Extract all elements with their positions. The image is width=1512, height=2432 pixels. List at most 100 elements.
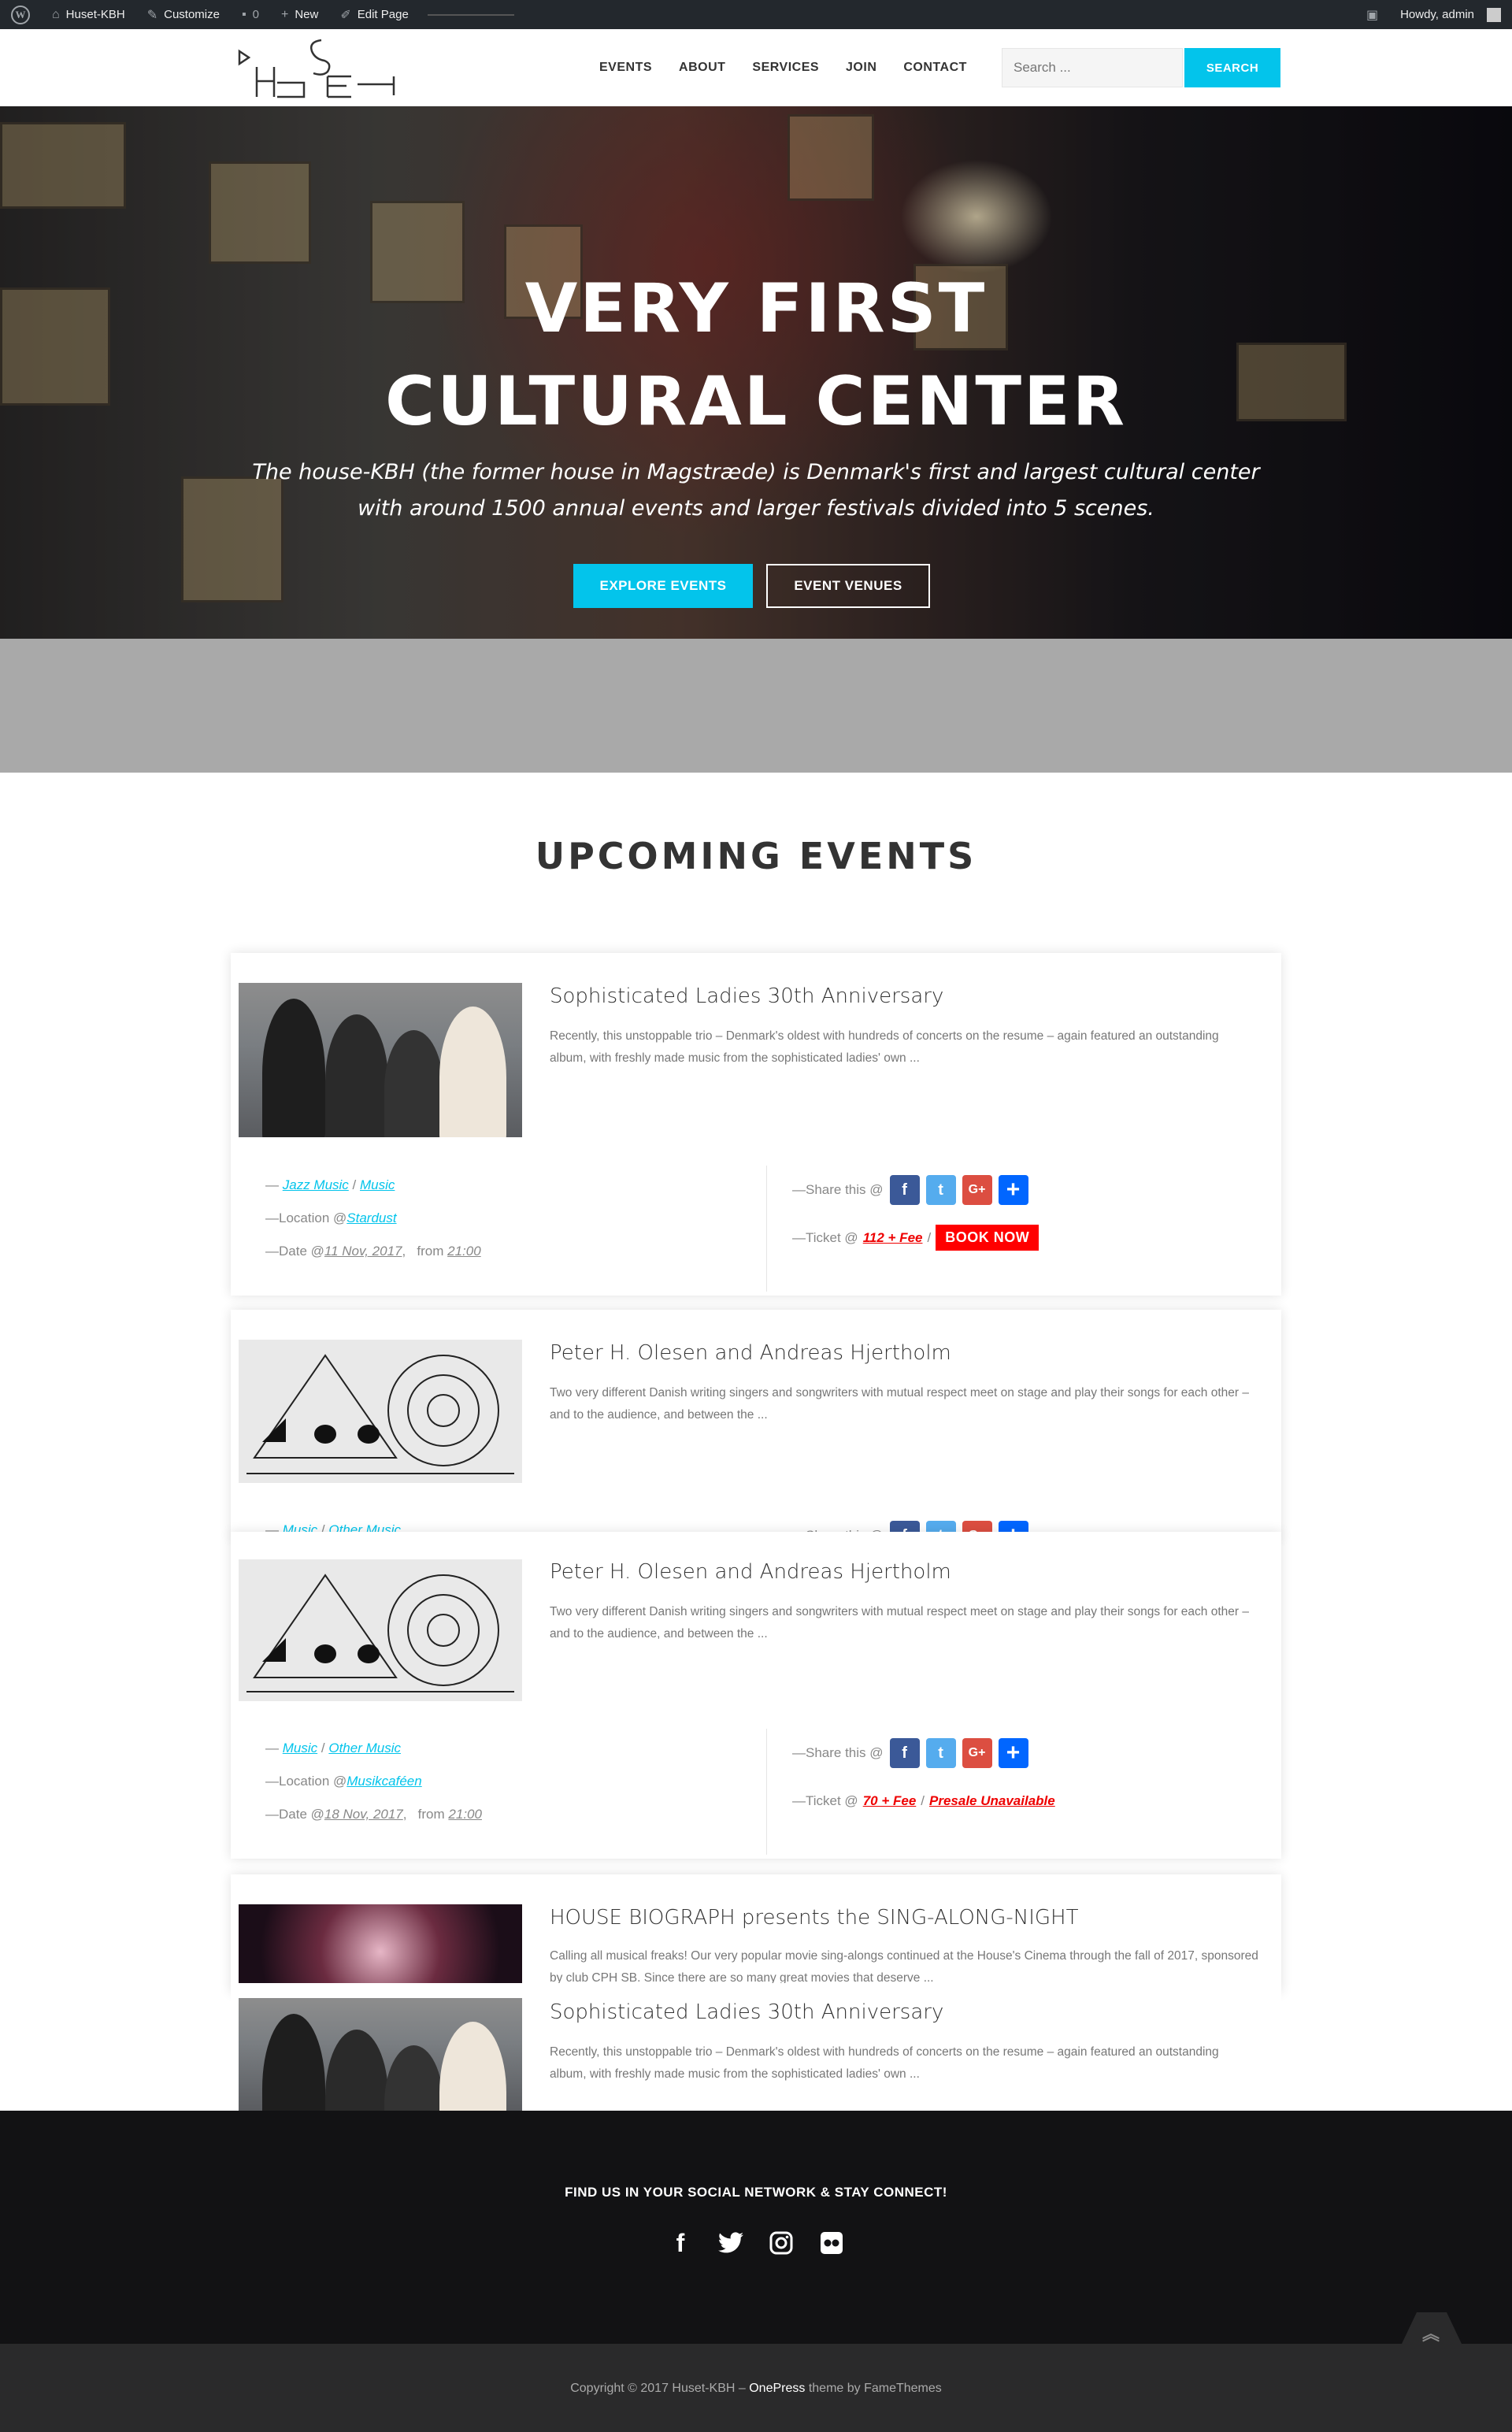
plus-icon: +: [280, 7, 289, 21]
share-plus-icon[interactable]: +: [998, 1175, 1028, 1205]
search-input[interactable]: [1002, 48, 1183, 87]
photo-figure: [384, 1030, 443, 1137]
event-title[interactable]: Sophisticated Ladies 30th Anniversary: [550, 984, 943, 1008]
nav-contact[interactable]: CONTACT: [890, 61, 980, 75]
dash-label: —: [265, 1741, 279, 1755]
site-name: Huset-KBH: [65, 8, 125, 21]
share-row: —Share this @ f t G+ +: [792, 1175, 1028, 1205]
event-title[interactable]: Peter H. Olesen and Andreas Hjertholm: [550, 1560, 951, 1584]
explore-events-button[interactable]: EXPLORE EVENTS: [573, 564, 753, 608]
adminbar-divider: [427, 13, 514, 16]
new-content-link[interactable]: + New: [270, 0, 329, 29]
event-venues-button[interactable]: EVENT VENUES: [766, 564, 930, 608]
nav-about[interactable]: ABOUT: [665, 61, 739, 75]
event-title[interactable]: Sophisticated Ladies 30th Anniversary: [550, 2000, 943, 2024]
comments-link[interactable]: ▪ 0: [231, 0, 270, 29]
separator: /: [321, 1741, 325, 1755]
event-thumbnail[interactable]: [239, 1904, 522, 1983]
brush-icon: ✎: [146, 8, 158, 22]
customize-link[interactable]: ✎ Customize: [136, 0, 231, 29]
chevron-up-icon[interactable]: ︽: [1422, 2320, 1440, 2345]
event-title[interactable]: Peter H. Olesen and Andreas Hjertholm: [550, 1341, 951, 1365]
wp-menu[interactable]: W: [0, 0, 41, 29]
location-link[interactable]: Stardust: [346, 1210, 396, 1225]
notification-icon: ▣: [1366, 8, 1379, 22]
event-excerpt: Recently, this unstoppable trio – Denmar…: [550, 2045, 1219, 2081]
event-thumbnail[interactable]: [239, 1559, 522, 1701]
time-value: 21:00: [448, 1807, 482, 1822]
event-card: Sophisticated Ladies 30th Anniversary Re…: [231, 1993, 1281, 2111]
twitter-icon[interactable]: t: [925, 1738, 956, 1768]
ticket-row: —Ticket @ 70 + Fee / Presale Unavailable: [792, 1793, 1055, 1809]
ticket-label: —Ticket @: [792, 1793, 858, 1808]
illustration-graphic: [246, 1354, 514, 1474]
notifications-button[interactable]: ▣: [1355, 0, 1389, 29]
illustration-graphic: [246, 1574, 514, 1692]
event-title[interactable]: HOUSE BIOGRAPH presents the SING-ALONG-N…: [550, 1906, 1078, 1930]
category-link[interactable]: Jazz Music: [283, 1177, 349, 1192]
flickr-icon[interactable]: [817, 2227, 847, 2259]
event-thumbnail[interactable]: [239, 1340, 522, 1483]
date-value: 18 Nov, 2017: [324, 1807, 403, 1822]
event-location: —Location @Musikcaféen: [265, 1774, 422, 1789]
meta-divider: [766, 1729, 767, 1855]
event-card: Sophisticated Ladies 30th Anniversary Re…: [231, 953, 1281, 1296]
search-button[interactable]: SEARCH: [1184, 48, 1280, 87]
event-photo: [239, 1904, 522, 1983]
hero-subtitle: The house-KBH (the former house in Magst…: [252, 460, 1260, 521]
site-name-link[interactable]: ⌂ Huset-KBH: [41, 0, 136, 29]
event-photo: [239, 1559, 522, 1701]
event-card: HOUSE BIOGRAPH presents the SING-ALONG-N…: [231, 1874, 1281, 1993]
site-logo[interactable]: [233, 35, 402, 100]
facebook-icon[interactable]: f: [889, 1738, 920, 1768]
upcoming-events-title: UPCOMING EVENTS: [535, 835, 977, 877]
book-now-button[interactable]: BOOK NOW: [936, 1225, 1040, 1251]
category-link[interactable]: Music: [283, 1741, 317, 1755]
category-link[interactable]: Music: [360, 1177, 395, 1192]
presale-status: Presale Unavailable: [929, 1793, 1055, 1808]
separator: /: [921, 1793, 925, 1808]
account-menu[interactable]: Howdy, admin: [1389, 0, 1512, 29]
nav-services[interactable]: SERVICES: [739, 61, 832, 75]
event-location: —Location @Stardust: [265, 1210, 397, 1226]
meta-divider: [766, 1166, 767, 1292]
separator: /: [352, 1177, 357, 1192]
google-plus-icon[interactable]: G+: [962, 1175, 992, 1205]
date-value: 11 Nov, 2017: [324, 1244, 402, 1259]
twitter-icon[interactable]: [716, 2227, 746, 2259]
separator: /: [927, 1229, 932, 1245]
twitter-icon[interactable]: t: [925, 1175, 956, 1205]
theme-link[interactable]: OnePress: [749, 2382, 805, 2395]
from-label: from: [417, 1807, 445, 1822]
copyright-prefix: Copyright © 2017 Huset-KBH –: [570, 2382, 750, 2395]
comment-icon: ▪: [241, 7, 246, 21]
share-plus-icon[interactable]: +: [998, 1738, 1028, 1768]
event-thumbnail[interactable]: [239, 1998, 522, 2111]
site-footer: FIND US IN YOUR SOCIAL NETWORK & STAY CO…: [0, 2111, 1512, 2344]
copyright: Copyright © 2017 Huset-KBH – OnePress th…: [0, 2382, 1512, 2396]
event-card: Peter H. Olesen and Andreas Hjertholm Tw…: [231, 1532, 1281, 1859]
ticket-price[interactable]: 70 + Fee: [863, 1793, 917, 1809]
hero-title: VERY FIRST CULTURAL CENTER: [0, 262, 1512, 448]
facebook-icon[interactable]: f: [889, 1175, 920, 1205]
nav-events[interactable]: EVENTS: [586, 61, 665, 75]
category-link[interactable]: Other Music: [328, 1741, 401, 1755]
photo-figure: [262, 999, 325, 1137]
ticket-price[interactable]: 112 + Fee: [863, 1230, 923, 1246]
location-link[interactable]: Musikcaféen: [346, 1774, 421, 1789]
social-links: f: [0, 2227, 1512, 2259]
instagram-glyph: [769, 2231, 793, 2255]
nav-join[interactable]: JOIN: [832, 61, 890, 75]
event-excerpt: Two very different Danish writing singer…: [550, 1386, 1249, 1422]
ticket-row: —Ticket @ 112 + Fee / BOOK NOW: [792, 1225, 1040, 1251]
photo-figure: [384, 2045, 443, 2111]
ticket-label: —Ticket @: [792, 1229, 858, 1245]
event-thumbnail[interactable]: [239, 983, 522, 1137]
event-photo: [239, 1340, 522, 1483]
instagram-icon[interactable]: [766, 2227, 796, 2259]
logo-graphic: [238, 39, 395, 98]
edit-page-link[interactable]: ✐ Edit Page: [329, 0, 419, 29]
facebook-icon[interactable]: f: [665, 2227, 695, 2259]
photo-figure: [439, 2022, 506, 2111]
google-plus-icon[interactable]: G+: [962, 1738, 992, 1768]
